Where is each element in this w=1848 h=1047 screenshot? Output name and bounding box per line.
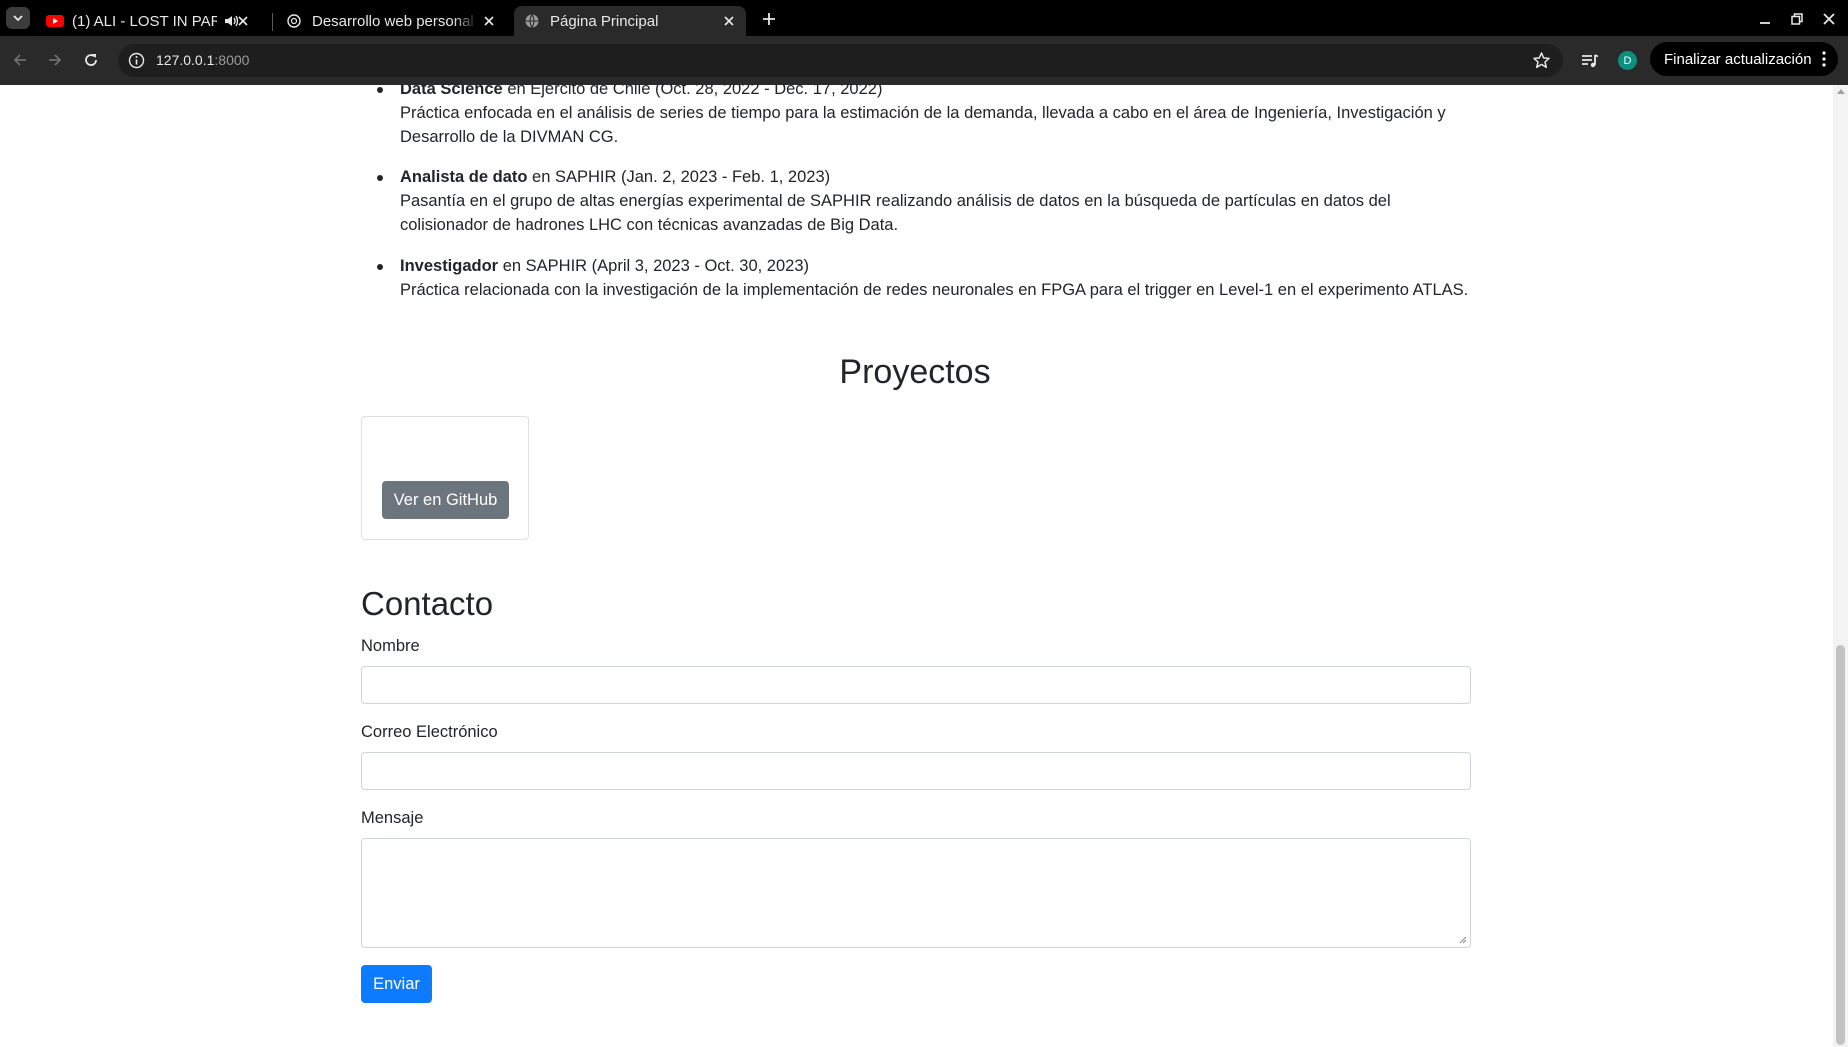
globe-icon	[525, 14, 539, 28]
close-tab-button[interactable]	[480, 12, 498, 30]
close-window-button[interactable]	[1814, 6, 1844, 32]
plus-icon	[763, 13, 775, 25]
resize-grip-icon[interactable]	[1459, 936, 1467, 944]
forward-button[interactable]	[41, 46, 69, 74]
close-icon	[238, 16, 248, 26]
tab-title: Desarrollo web personal	[312, 12, 474, 30]
reload-icon	[85, 54, 97, 66]
experience-meta: en SAPHIR (April 3, 2023 - Oct. 30, 2023…	[498, 257, 810, 275]
tab-youtube[interactable]: (1) ALI - LOST IN PARADISE	[38, 6, 260, 36]
experience-role: Analista de dato	[400, 168, 528, 186]
contact-title: Contacto	[361, 585, 494, 622]
playlist-icon	[1582, 54, 1599, 68]
close-tab-button[interactable]	[234, 12, 252, 30]
tab-title: (1) ALI - LOST IN PARADISE	[72, 12, 217, 30]
browser-toolbar: 127.0.0.1:8000 D Finalizar actualización	[0, 36, 1848, 85]
back-button[interactable]	[6, 46, 34, 74]
projects-title: Proyectos	[839, 353, 991, 391]
message-textarea[interactable]	[361, 838, 1471, 948]
arrow-left-icon	[13, 54, 26, 66]
experience-item: Analista de dato en SAPHIR (Jan. 2, 2023…	[377, 165, 1470, 237]
scroll-up-arrow-icon[interactable]	[1837, 89, 1845, 94]
url-port: :8000	[214, 52, 250, 68]
experience-item: Investigador en SAPHIR (April 3, 2023 - …	[377, 254, 1470, 302]
experience-meta: en SAPHIR (Jan. 2, 2023 - Feb. 1, 2023)	[527, 168, 831, 186]
close-tab-button[interactable]	[720, 12, 738, 30]
experience-role: Data Science	[400, 85, 503, 98]
message-label: Mensaje	[361, 809, 424, 827]
tab-desarrollo-web[interactable]: Desarrollo web personal	[278, 6, 506, 36]
update-button-label: Finalizar actualización	[1664, 50, 1812, 68]
experience-item: Data Science en Ejército de Chile (Oct. …	[377, 85, 1470, 149]
minimize-button[interactable]	[1750, 6, 1780, 32]
email-input[interactable]	[361, 752, 1471, 790]
address-bar[interactable]: 127.0.0.1:8000	[118, 44, 1563, 77]
page-scrollbar[interactable]	[1833, 85, 1848, 1047]
restore-icon	[1791, 13, 1803, 25]
tab-search-button[interactable]	[6, 7, 30, 29]
arrow-right-icon	[49, 54, 62, 66]
bookmark-star-icon[interactable]	[1532, 51, 1551, 70]
chevron-down-icon	[13, 15, 23, 22]
more-vert-icon	[1822, 51, 1826, 67]
tab-title: Página Principal	[550, 12, 659, 30]
name-input[interactable]	[361, 666, 1471, 704]
tab-pagina-principal[interactable]: Página Principal	[514, 6, 746, 36]
finish-update-button[interactable]: Finalizar actualización	[1650, 42, 1838, 76]
avatar-letter: D	[1623, 54, 1632, 67]
youtube-icon	[46, 15, 64, 27]
media-control-button[interactable]	[1579, 50, 1601, 72]
experience-description: Pasantía en el grupo de altas energías e…	[400, 192, 1391, 234]
reload-button[interactable]	[77, 46, 105, 74]
submit-button-label: Enviar	[373, 974, 420, 993]
github-button[interactable]: Ver en GitHub	[382, 481, 509, 519]
experience-meta: en Ejército de Chile (Oct. 28, 2022 - De…	[502, 85, 883, 98]
new-tab-button[interactable]	[755, 6, 783, 32]
close-icon	[484, 16, 494, 26]
profile-avatar[interactable]: D	[1618, 51, 1637, 70]
email-label: Correo Electrónico	[361, 723, 498, 741]
project-card: Ver en GitHub	[361, 416, 529, 540]
tab-separator	[272, 13, 273, 31]
close-icon	[724, 16, 734, 26]
page-viewport: Data Science en Ejército de Chile (Oct. …	[0, 85, 1833, 1047]
scroll-thumb[interactable]	[1836, 645, 1845, 1045]
url-host: 127.0.0.1	[156, 52, 215, 68]
experience-role: Investigador	[400, 257, 499, 275]
experience-description: Práctica relacionada con la investigació…	[400, 281, 1469, 299]
site-info-icon[interactable]	[128, 52, 145, 69]
url-text: 127.0.0.1:8000	[156, 52, 249, 68]
close-icon	[1823, 13, 1835, 25]
minimize-icon	[1760, 22, 1770, 24]
openai-icon	[287, 14, 301, 28]
github-button-label: Ver en GitHub	[393, 490, 498, 509]
experience-description: Práctica enfocada en el análisis de seri…	[400, 104, 1446, 146]
restore-button[interactable]	[1782, 6, 1812, 32]
submit-button[interactable]: Enviar	[361, 965, 432, 1003]
tab-strip: (1) ALI - LOST IN PARADISE Desarrollo we…	[0, 0, 1848, 36]
name-label: Nombre	[361, 637, 420, 655]
